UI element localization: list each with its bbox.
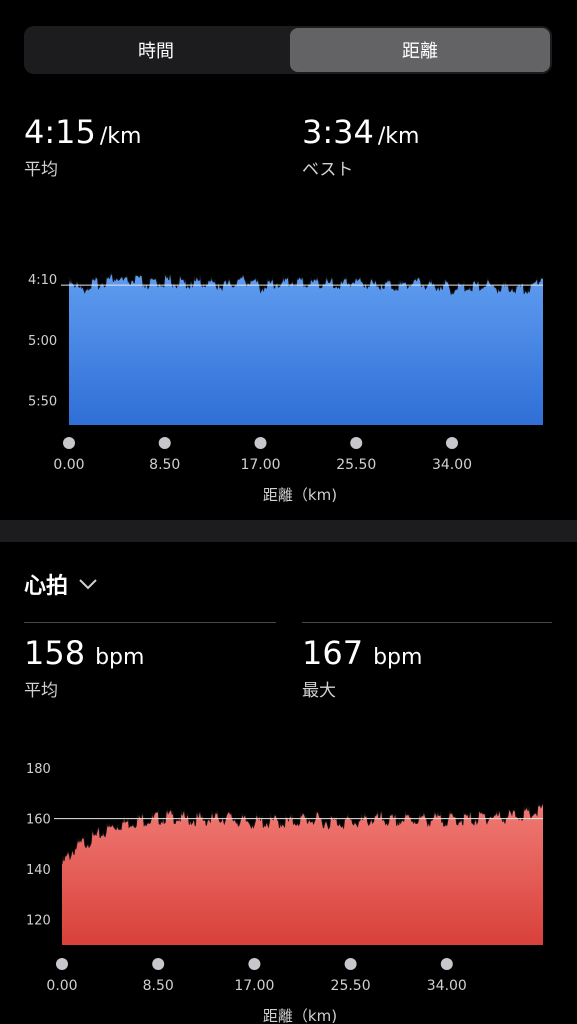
heart-rate-x-tick-label: 0.00 (46, 978, 77, 994)
chevron-down-icon (78, 572, 98, 597)
hr-average-unit: bpm (95, 645, 145, 670)
pace-x-tick-label: 34.00 (432, 457, 472, 473)
pace-x-tick-dot (350, 437, 363, 449)
pace-average-value: 4:15 (24, 113, 96, 151)
pace-x-tick-dot (158, 437, 171, 449)
tab-distance[interactable]: 距離 (290, 28, 550, 72)
hr-max-unit: bpm (373, 645, 423, 670)
pace-chart: 4:10 5:00 5:50 0.00 8.50 17.00 25.50 34.00 距離（km… (28, 271, 544, 504)
heart-rate-y-tick-label: 140 (26, 863, 51, 878)
hr-average-value: 158 (24, 634, 86, 672)
hr-max-value: 167 (302, 634, 364, 672)
pace-x-tick-label: 25.50 (336, 457, 376, 473)
heart-rate-x-axis-label: 距離（km) (263, 1007, 337, 1024)
heart-rate-y-tick-label: 180 (26, 762, 51, 777)
pace-x-axis-label: 距離（km) (263, 486, 337, 504)
pace-y-tick-label: 5:50 (28, 395, 57, 410)
pace-area-series (69, 272, 543, 425)
heart-rate-x-tick-dot (248, 958, 261, 970)
heart-rate-y-tick-label: 160 (26, 813, 51, 828)
pace-x-tick-label: 8.50 (149, 457, 180, 473)
pace-best-stat: 3:34/km ベスト (302, 116, 419, 180)
tab-time[interactable]: 時間 (26, 28, 286, 72)
hr-average-label: 平均 (24, 681, 58, 701)
hr-max-label: 最大 (302, 681, 336, 701)
pace-x-tick-label: 17.00 (240, 457, 280, 473)
stat-divider-left (24, 622, 276, 623)
heart-rate-chart: 180 160 140 120 0.00 8.50 17.00 25.50 34.00 距離（km… (26, 762, 544, 1024)
pace-x-tick-label: 0.00 (53, 457, 84, 473)
heart-rate-x-tick-dot (344, 958, 357, 970)
heart-rate-x-tick-dot (440, 958, 453, 970)
section-divider (0, 520, 577, 542)
pace-x-tick-dot (63, 437, 75, 449)
heart-rate-area-series (62, 803, 543, 945)
pace-y-tick-label: 4:10 (28, 273, 57, 288)
heart-rate-x-tick-label: 8.50 (143, 978, 174, 994)
heart-rate-x-tick-label: 25.50 (331, 978, 371, 994)
heart-rate-x-tick-label: 34.00 (427, 978, 467, 994)
pace-average-unit: /km (99, 124, 142, 149)
heart-rate-x-tick-label: 17.00 (234, 978, 274, 994)
heart-rate-title: 心拍 (24, 574, 69, 599)
heart-rate-x-tick-dot (56, 958, 68, 970)
pace-x-tick-dot (445, 437, 458, 449)
pace-average-stat: 4:15/km 平均 (24, 116, 141, 180)
heart-rate-y-tick-label: 120 (26, 914, 51, 929)
pace-best-value: 3:34 (302, 113, 374, 151)
pace-x-tick-dot (254, 437, 267, 449)
hr-average-stat: 158 bpm 平均 (24, 637, 144, 701)
pace-average-label: 平均 (24, 160, 58, 180)
heart-rate-section-toggle[interactable]: 心拍 (24, 568, 98, 600)
pace-best-unit: /km (377, 124, 420, 149)
hr-max-stat: 167 bpm 最大 (302, 637, 422, 701)
heart-rate-x-tick-dot (152, 958, 165, 970)
segmented-control: 時間 距離 (24, 26, 552, 74)
pace-y-tick-label: 5:00 (28, 334, 57, 349)
pace-best-label: ベスト (302, 160, 354, 180)
stat-divider-right (302, 622, 552, 623)
